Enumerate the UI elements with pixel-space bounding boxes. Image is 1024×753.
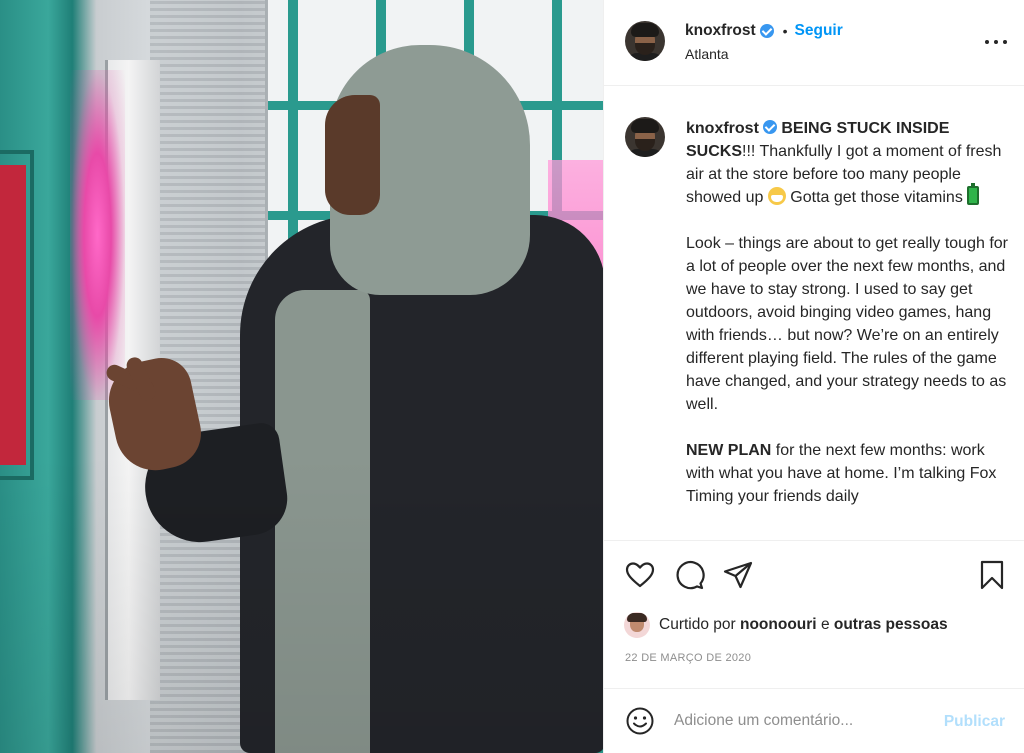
mask-face-emoji-icon bbox=[767, 187, 786, 205]
liked-by-others[interactable]: outras pessoas bbox=[834, 616, 948, 634]
comment-icon[interactable] bbox=[673, 559, 705, 591]
publish-button[interactable]: Publicar bbox=[944, 713, 1005, 731]
post-side-panel: knoxfrost • Seguir Atlanta knoxfrost BEI… bbox=[603, 0, 1024, 753]
post-actions: Curtido por noonoouri e outras pessoas bbox=[604, 540, 1024, 640]
caption-paragraph-3-heading: NEW PLAN bbox=[686, 442, 772, 459]
liked-by-conj: e bbox=[820, 616, 830, 633]
caption-paragraph-2: Look – things are about to get really to… bbox=[686, 235, 1008, 413]
author-username[interactable]: knoxfrost bbox=[685, 22, 756, 40]
post-header: knoxfrost • Seguir Atlanta bbox=[604, 0, 1024, 86]
liker-avatar[interactable] bbox=[624, 612, 650, 638]
separator-dot: • bbox=[782, 23, 788, 39]
send-icon[interactable] bbox=[722, 559, 754, 591]
liked-by-prefix: Curtido por bbox=[659, 616, 736, 633]
photo-shade bbox=[0, 0, 603, 753]
liked-by-row: Curtido por noonoouri e outras pessoas bbox=[624, 612, 948, 638]
comment-input[interactable] bbox=[674, 707, 924, 735]
verified-badge-icon bbox=[762, 120, 777, 134]
liked-by-user[interactable]: noonoouri bbox=[740, 616, 817, 634]
more-options-icon[interactable] bbox=[985, 32, 1007, 52]
caption-author-avatar[interactable] bbox=[625, 117, 665, 157]
caption-username[interactable]: knoxfrost bbox=[686, 120, 759, 137]
caption-line1-end: Gotta get those vitamins bbox=[790, 189, 963, 206]
smile-icon[interactable] bbox=[625, 706, 655, 736]
post-date[interactable]: 22 de março de 2020 bbox=[625, 652, 751, 664]
battery-emoji-icon bbox=[967, 183, 980, 205]
author-avatar[interactable] bbox=[625, 21, 665, 61]
add-comment-section: Publicar bbox=[604, 688, 1024, 753]
caption-text: knoxfrost BEING STUCK INSIDE SUCKS!!! Th… bbox=[686, 117, 1011, 508]
bookmark-icon[interactable] bbox=[976, 559, 1008, 591]
heart-icon[interactable] bbox=[624, 559, 656, 591]
follow-button[interactable]: Seguir bbox=[795, 22, 843, 40]
author-row: knoxfrost • Seguir bbox=[685, 21, 843, 41]
location-link[interactable]: Atlanta bbox=[685, 46, 729, 62]
post-photo[interactable] bbox=[0, 0, 603, 753]
verified-badge-icon bbox=[759, 24, 774, 38]
caption-area: knoxfrost BEING STUCK INSIDE SUCKS!!! Th… bbox=[604, 87, 1024, 540]
